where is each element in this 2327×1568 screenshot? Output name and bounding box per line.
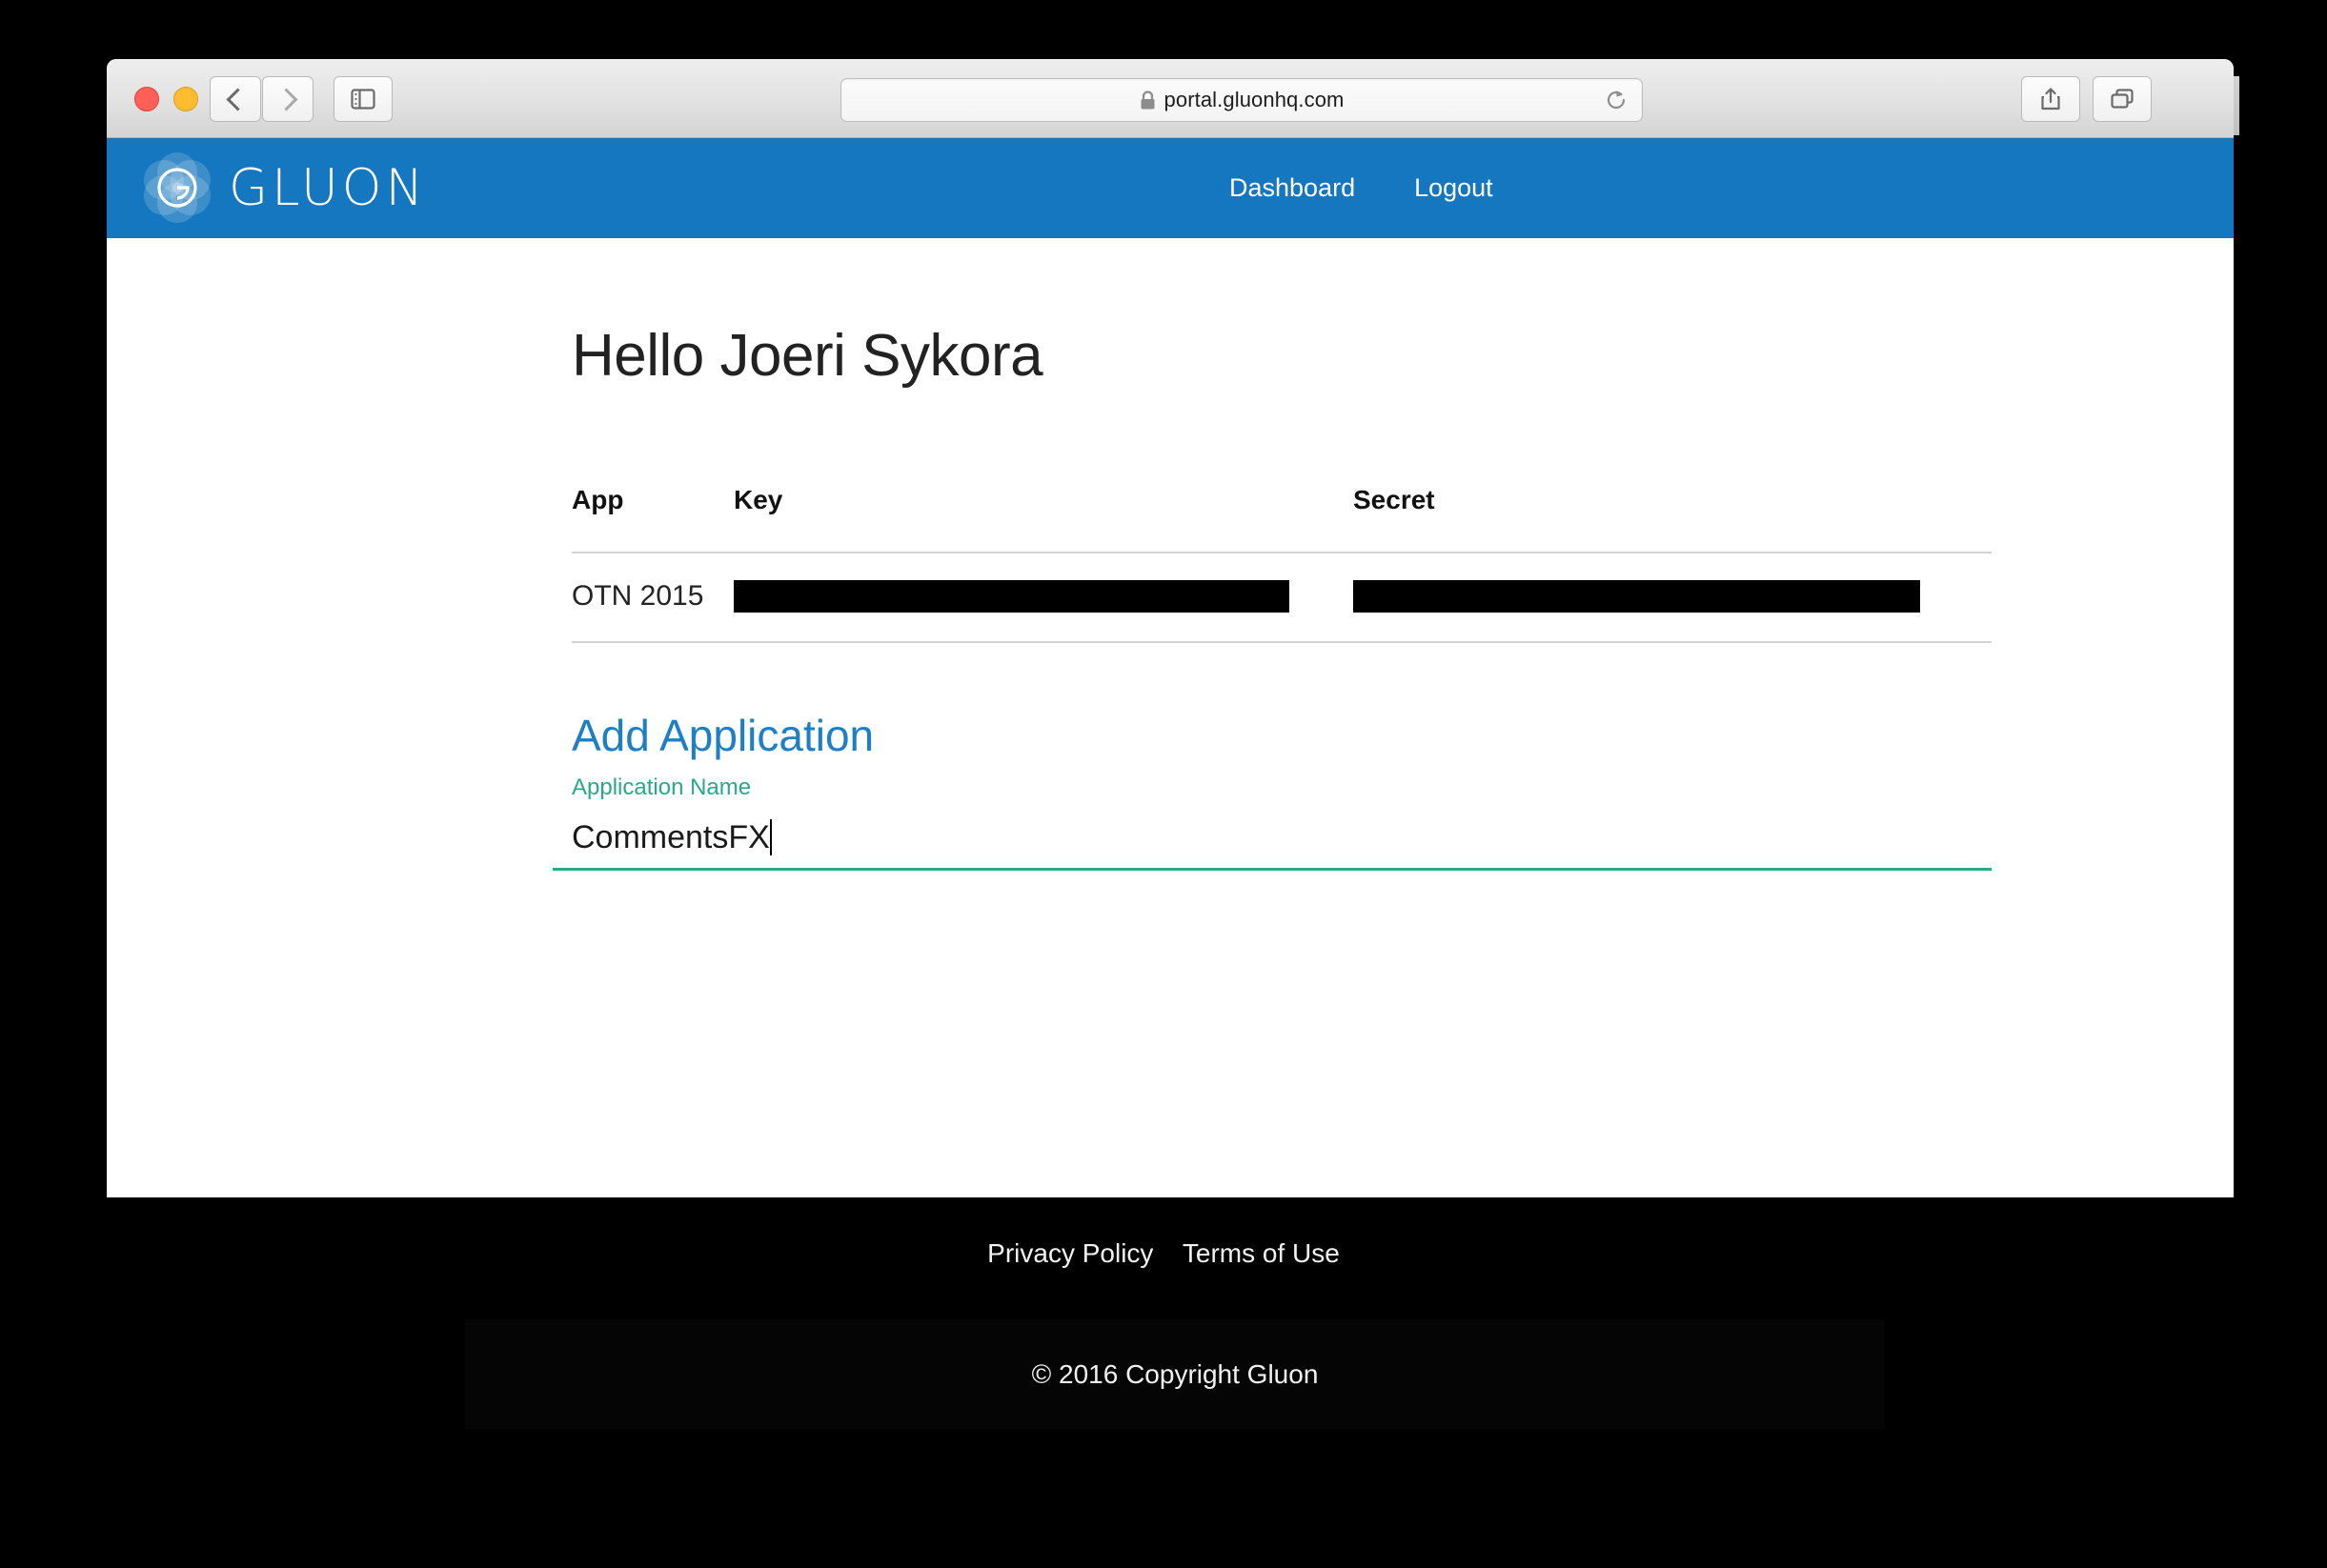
chevron-right-icon bbox=[273, 87, 298, 111]
column-header-key: Key bbox=[734, 485, 783, 514]
site-header: GLUON Dashboard Logout bbox=[107, 138, 2234, 238]
footer-link-privacy-policy[interactable]: Privacy Policy bbox=[987, 1238, 1153, 1268]
copyright-bar: © 2016 Copyright Gluon bbox=[465, 1319, 1885, 1429]
main-nav: Dashboard Logout bbox=[1229, 138, 1493, 238]
applications-table: App Key Secret OTN 2015 bbox=[572, 485, 1992, 643]
gluon-flower-g-icon bbox=[144, 152, 211, 223]
gluon-logo[interactable]: GLUON bbox=[138, 149, 427, 227]
browser-toolbar: portal.gluonhq.com bbox=[107, 59, 2234, 138]
show-all-tabs-icon bbox=[2111, 89, 2134, 109]
footer-link-terms-of-use[interactable]: Terms of Use bbox=[1183, 1238, 1340, 1268]
chevron-left-icon bbox=[225, 87, 250, 111]
reload-icon[interactable] bbox=[1604, 88, 1629, 112]
copyright-text: © 2016 Copyright Gluon bbox=[1031, 1358, 1319, 1389]
text-caret bbox=[769, 819, 772, 855]
show-all-tabs-button[interactable] bbox=[2093, 76, 2152, 122]
close-window-button[interactable] bbox=[134, 87, 159, 111]
application-name-input[interactable]: CommentsFX bbox=[553, 807, 1992, 871]
share-button[interactable] bbox=[2021, 76, 2080, 122]
share-icon bbox=[2041, 88, 2060, 111]
forward-button[interactable] bbox=[262, 76, 314, 122]
redacted-key-bar bbox=[734, 580, 1289, 613]
sidebar-toggle-icon bbox=[351, 89, 375, 110]
url-text: portal.gluonhq.com bbox=[1164, 88, 1345, 111]
footer-links: Privacy Policy Terms of Use bbox=[0, 1238, 2327, 1269]
browser-window: portal.gluonhq.com GLUON Dashboard Logou… bbox=[107, 59, 2234, 1197]
content-container: Hello Joeri Sykora App Key Secret OTN 20… bbox=[553, 238, 1992, 871]
nav-link-logout[interactable]: Logout bbox=[1414, 173, 1493, 203]
application-name-input-value: CommentsFX bbox=[572, 819, 770, 855]
sidebar-toggle-button[interactable] bbox=[334, 76, 393, 122]
back-button[interactable] bbox=[210, 76, 261, 122]
table-header-row: App Key Secret bbox=[572, 485, 1992, 553]
application-name-label: Application Name bbox=[572, 774, 752, 800]
address-bar[interactable]: portal.gluonhq.com bbox=[840, 78, 1643, 122]
table-row: OTN 2015 bbox=[572, 552, 1992, 643]
minimize-window-button[interactable] bbox=[173, 87, 198, 111]
column-header-app: App bbox=[572, 485, 624, 514]
cell-key bbox=[734, 552, 1353, 643]
cell-secret bbox=[1353, 552, 1992, 643]
table-head: App Key Secret bbox=[572, 485, 1992, 553]
cell-app-name: OTN 2015 bbox=[572, 552, 734, 643]
add-application-heading: Add Application bbox=[572, 711, 875, 760]
nav-link-dashboard[interactable]: Dashboard bbox=[1229, 173, 1355, 203]
gluon-wordmark: GLUON bbox=[229, 158, 428, 217]
column-header-secret: Secret bbox=[1353, 485, 1435, 514]
redacted-secret-bar bbox=[1353, 580, 1920, 613]
page-body: Hello Joeri Sykora App Key Secret OTN 20… bbox=[107, 238, 2234, 1197]
page-title: Hello Joeri Sykora bbox=[572, 323, 1043, 389]
table-body: OTN 2015 bbox=[572, 552, 1992, 643]
lock-icon bbox=[1140, 90, 1156, 111]
